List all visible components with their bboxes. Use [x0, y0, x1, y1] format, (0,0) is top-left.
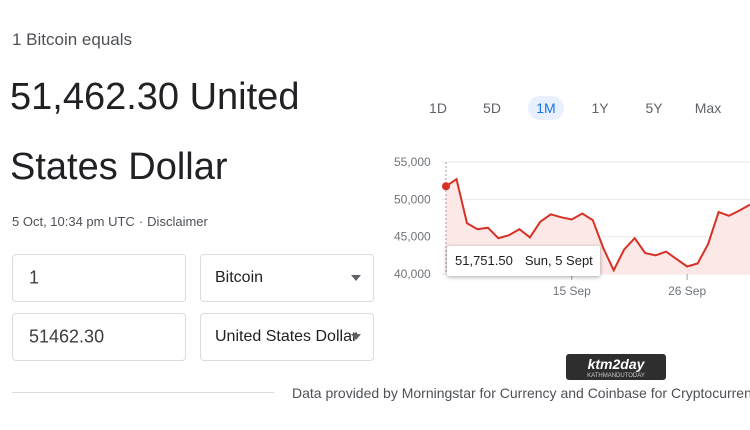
separator: ·: [138, 214, 144, 229]
data-credit: Data provided by Morningstar for Currenc…: [292, 385, 750, 401]
x-tick-label: 15 Sep: [553, 284, 591, 298]
ktm2day-logo: ktm2day KATHMANDUTODAY: [566, 354, 666, 380]
x-tick-label: 26 Sep: [668, 284, 706, 298]
price-chart[interactable]: 55,000 50,000 45,000 40,000 15 Sep 26 Sep: [378, 150, 750, 300]
dropdown-arrow-icon: [351, 334, 361, 340]
tab-1d[interactable]: 1D: [420, 96, 456, 120]
tab-1m[interactable]: 1M: [528, 96, 564, 120]
chart-tooltip: 51,751.50 Sun, 5 Sept: [447, 246, 600, 276]
tooltip-date: Sun, 5 Sept: [524, 253, 593, 268]
tab-5d[interactable]: 5D: [474, 96, 510, 120]
disclaimer-link[interactable]: Disclaimer: [147, 214, 208, 229]
tab-1y[interactable]: 1Y: [582, 96, 618, 120]
hover-point: [442, 182, 450, 191]
to-currency-select[interactable]: United States Dollar: [200, 313, 374, 361]
timestamp-row: 5 Oct, 10:34 pm UTC · Disclaimer: [12, 214, 208, 229]
timestamp: 5 Oct, 10:34 pm UTC: [12, 214, 135, 229]
y-tick-label: 45,000: [394, 230, 431, 244]
converted-amount-line2: States Dollar: [10, 146, 228, 188]
svg-text:KATHMANDUTODAY: KATHMANDUTODAY: [587, 373, 645, 379]
y-tick-label: 40,000: [394, 267, 431, 281]
footer-divider: [12, 392, 274, 393]
tooltip-value: 51,751.50: [455, 253, 513, 268]
from-amount-input[interactable]: 1: [12, 254, 186, 302]
y-tick-label: 55,000: [394, 155, 431, 169]
dropdown-arrow-icon: [351, 275, 361, 281]
svg-text:ktm2day: ktm2day: [588, 356, 646, 372]
tab-5y[interactable]: 5Y: [636, 96, 672, 120]
from-currency-label: Bitcoin: [215, 269, 264, 286]
from-amount-value: 1: [29, 267, 40, 288]
ktm2day-logo-icon: ktm2day KATHMANDUTODAY: [587, 356, 646, 379]
y-tick-label: 50,000: [394, 192, 431, 206]
converted-amount-line1: 51,462.30 United: [10, 76, 300, 118]
to-amount-input[interactable]: 51462.30: [12, 313, 186, 361]
to-currency-label: United States Dollar: [215, 328, 358, 345]
tab-max[interactable]: Max: [690, 96, 726, 120]
from-currency-select[interactable]: Bitcoin: [200, 254, 374, 302]
to-amount-value: 51462.30: [29, 326, 105, 347]
conversion-subtitle: 1 Bitcoin equals: [12, 30, 133, 49]
